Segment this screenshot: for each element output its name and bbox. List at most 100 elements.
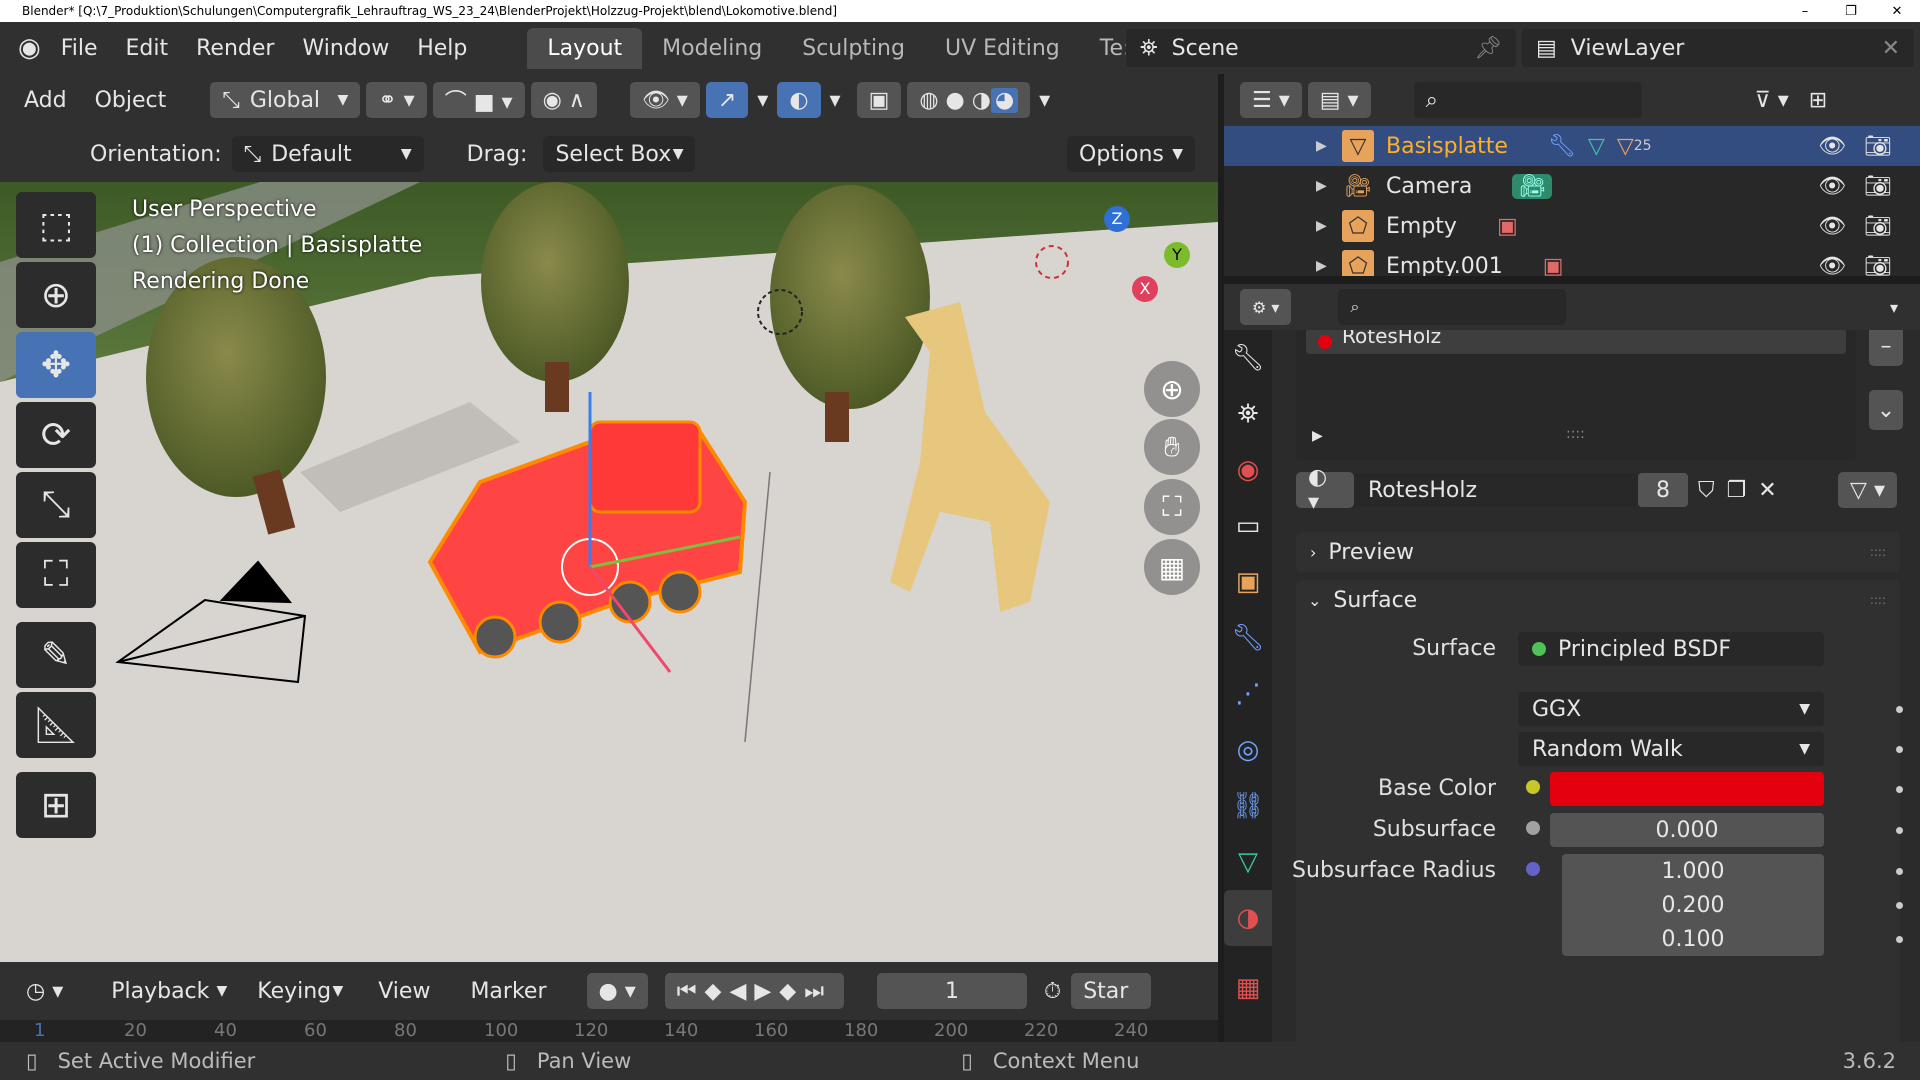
close-icon[interactable]: ✕ bbox=[1882, 36, 1900, 61]
xray-toggle[interactable]: ▣ bbox=[856, 82, 902, 118]
tab-sculpting[interactable]: Sculpting bbox=[782, 28, 925, 69]
timer-icon[interactable]: ⏱ bbox=[1044, 979, 1061, 1004]
timeline-scrubber[interactable]: 1 20 40 60 80 100 120 140 160 180 200 22… bbox=[0, 1020, 1218, 1042]
eye-icon[interactable]: 👁︎ bbox=[1818, 134, 1846, 159]
subsurface-radius-x[interactable]: 1.000 bbox=[1562, 854, 1824, 888]
scene-tab-icon[interactable]: ⛯ bbox=[1224, 386, 1272, 442]
drag-grip-icon[interactable]: :::: bbox=[1870, 545, 1886, 559]
outliner-row-camera[interactable]: ▶ 🎥︎ Camera 🎥︎ 👁︎ 📷︎ bbox=[1224, 166, 1920, 206]
keyframe-dot[interactable] bbox=[1896, 868, 1903, 875]
menu-render[interactable]: Render bbox=[182, 36, 288, 61]
menu-help[interactable]: Help bbox=[403, 36, 481, 61]
remove-slot-button[interactable]: – bbox=[1869, 330, 1903, 366]
properties-editor-type[interactable]: ⚙ ▾ bbox=[1240, 289, 1292, 325]
visibility-controls[interactable]: 👁︎ 📷︎ bbox=[1818, 134, 1892, 159]
3d-viewport[interactable]: Z Y X User Perspective (1) Collection | … bbox=[0, 182, 1218, 962]
gizmo-y[interactable]: Y bbox=[1164, 242, 1190, 268]
transform-tool-icon[interactable]: ⛶ bbox=[16, 542, 96, 608]
eye-icon[interactable]: 👁︎ bbox=[1818, 174, 1846, 199]
measure-tool-icon[interactable]: 📐︎ bbox=[16, 692, 96, 758]
material-slot-list[interactable]: RotesHolz ▶ :::: bbox=[1296, 330, 1856, 460]
current-frame-field[interactable]: 1 bbox=[877, 973, 1028, 1009]
world-tab-icon[interactable]: ◉ bbox=[1224, 442, 1272, 498]
shading-modes[interactable]: ◍ ● ◑ ◕ bbox=[907, 82, 1031, 118]
record-button[interactable]: ● ▾ bbox=[586, 973, 648, 1009]
expand-icon[interactable]: ▶ bbox=[1316, 178, 1327, 194]
keyframe-dot[interactable] bbox=[1896, 786, 1903, 793]
surface-shader-field[interactable]: Principled BSDF bbox=[1518, 632, 1824, 666]
base-color-swatch[interactable] bbox=[1550, 772, 1824, 806]
subsurface-radius-z[interactable]: 0.100 bbox=[1562, 922, 1824, 956]
outliner-row-basisplatte[interactable]: ▶ ▽ Basisplatte 🔧︎ ▽ ▽ 25 👁︎ 📷︎ bbox=[1224, 126, 1920, 166]
outliner-row-empty[interactable]: ▶ ⬠ Empty ▣ 👁︎ 📷︎ bbox=[1224, 206, 1920, 246]
fake-user-shield-icon[interactable]: ⛉ bbox=[1698, 478, 1715, 503]
resize-handle-icon[interactable]: :::: bbox=[1566, 426, 1585, 442]
keyframe-dot[interactable] bbox=[1896, 746, 1903, 753]
data-tab-icon[interactable]: ▽ bbox=[1224, 834, 1272, 890]
view-menu[interactable]: View bbox=[358, 979, 450, 1004]
render-camera-icon[interactable]: 📷︎ bbox=[1864, 254, 1892, 277]
marker-menu[interactable]: Marker bbox=[450, 979, 566, 1004]
scale-tool-icon[interactable]: ⤡ bbox=[16, 472, 96, 538]
modifier-tab-icon[interactable]: 🔧︎ bbox=[1224, 610, 1272, 666]
shading-dropdown[interactable]: ▾ bbox=[1033, 88, 1056, 113]
visibility-controls[interactable]: 👁︎ 📷︎ bbox=[1818, 174, 1892, 199]
tab-modeling[interactable]: Modeling bbox=[642, 28, 782, 69]
orientation-dropdown[interactable]: ⤡ Default ▼ bbox=[231, 136, 424, 172]
panel-options-icon[interactable]: ▾ bbox=[1890, 298, 1898, 317]
material-slot-item[interactable]: RotesHolz bbox=[1306, 330, 1846, 354]
visibility-dropdown[interactable]: 👁︎ ▾ bbox=[629, 82, 700, 118]
gizmo-dropdown[interactable]: ▾ bbox=[751, 88, 774, 113]
select-tool-icon[interactable]: ⬚ bbox=[16, 192, 96, 258]
maximize-button[interactable]: ❐ bbox=[1828, 0, 1874, 22]
pan-hand-icon[interactable]: ✋︎ bbox=[1144, 419, 1200, 475]
display-mode-dropdown[interactable]: ▤ ▾ bbox=[1307, 82, 1371, 118]
visibility-controls[interactable]: 👁︎ 📷︎ bbox=[1818, 214, 1892, 239]
start-frame-field[interactable]: Star bbox=[1071, 973, 1152, 1009]
render-camera-icon[interactable]: 📷︎ bbox=[1864, 214, 1892, 239]
keying-dropdown[interactable]: Keying ▼ bbox=[245, 973, 356, 1009]
preview-panel[interactable]: › Preview :::: bbox=[1296, 532, 1900, 572]
material-users-count[interactable]: 8 bbox=[1638, 473, 1688, 507]
add-cube-tool-icon[interactable]: ⊞ bbox=[16, 772, 96, 838]
constraints-tab-icon[interactable]: ⛓︎ bbox=[1224, 778, 1272, 834]
drag-dropdown[interactable]: Select Box ▼ bbox=[543, 136, 696, 172]
blender-logo-icon[interactable]: ◉ bbox=[0, 33, 47, 63]
expand-icon[interactable]: ▶ bbox=[1316, 258, 1327, 274]
tool-tab-icon[interactable]: 🔧︎ bbox=[1224, 330, 1272, 386]
new-collection-icon[interactable]: ⊞ bbox=[1809, 88, 1827, 113]
properties-search-icon[interactable]: ⌕ bbox=[1338, 289, 1567, 325]
particles-tab-icon[interactable]: ⋰ bbox=[1224, 666, 1272, 722]
keyframe-dot[interactable] bbox=[1896, 706, 1903, 713]
tab-layout[interactable]: Layout bbox=[527, 27, 643, 69]
tab-uv-editing[interactable]: UV Editing bbox=[925, 28, 1080, 69]
editor-type-icon[interactable]: ◷ ▾ bbox=[0, 979, 83, 1004]
link-dropdown[interactable]: ▽ ▾ bbox=[1838, 472, 1897, 508]
subsurface-method-dropdown[interactable]: Random Walk ▼ bbox=[1518, 732, 1824, 766]
material-name-field[interactable]: RotesHolz bbox=[1354, 473, 1638, 507]
playback-dropdown[interactable]: Playback ▼ bbox=[99, 973, 240, 1009]
keyframe-dot[interactable] bbox=[1896, 936, 1903, 943]
drag-grip-icon[interactable]: :::: bbox=[1870, 593, 1886, 607]
overlay-dropdown[interactable]: ▾ bbox=[824, 88, 847, 113]
expand-icon[interactable]: ▶ bbox=[1316, 218, 1327, 234]
material-tab-icon[interactable]: ◑ bbox=[1224, 890, 1272, 946]
keyframe-dot[interactable] bbox=[1896, 827, 1903, 834]
add-menu[interactable]: Add bbox=[0, 88, 81, 113]
outliner-search-icon[interactable]: ⌕ bbox=[1413, 82, 1642, 118]
annotate-tool-icon[interactable]: ✎ bbox=[16, 622, 96, 688]
move-tool-icon[interactable]: ✥ bbox=[16, 332, 96, 398]
minimize-button[interactable]: – bbox=[1782, 0, 1828, 22]
transform-orientation-dropdown[interactable]: ⤡ Global ▼ bbox=[210, 82, 361, 118]
render-camera-icon[interactable]: 📷︎ bbox=[1864, 134, 1892, 159]
eye-icon[interactable]: 👁︎ bbox=[1818, 214, 1846, 239]
camera-view-icon[interactable]: ⛶ bbox=[1144, 479, 1200, 535]
subsurface-value-field[interactable]: 0.000 bbox=[1550, 813, 1824, 847]
outliner-row-empty-001[interactable]: ▶ ⬠ Empty.001 ▣ 👁︎ 📷︎ bbox=[1224, 246, 1920, 276]
scene-selector[interactable]: ⛯ Scene 📌︎ bbox=[1126, 29, 1516, 67]
visibility-controls[interactable]: 👁︎ 📷︎ bbox=[1818, 254, 1892, 277]
collection-tab-icon[interactable]: ▭ bbox=[1224, 498, 1272, 554]
physics-tab-icon[interactable]: ◎ bbox=[1224, 722, 1272, 778]
axis-gizmo[interactable]: Z Y X bbox=[1060, 206, 1200, 326]
gizmo-z[interactable]: Z bbox=[1104, 206, 1130, 232]
